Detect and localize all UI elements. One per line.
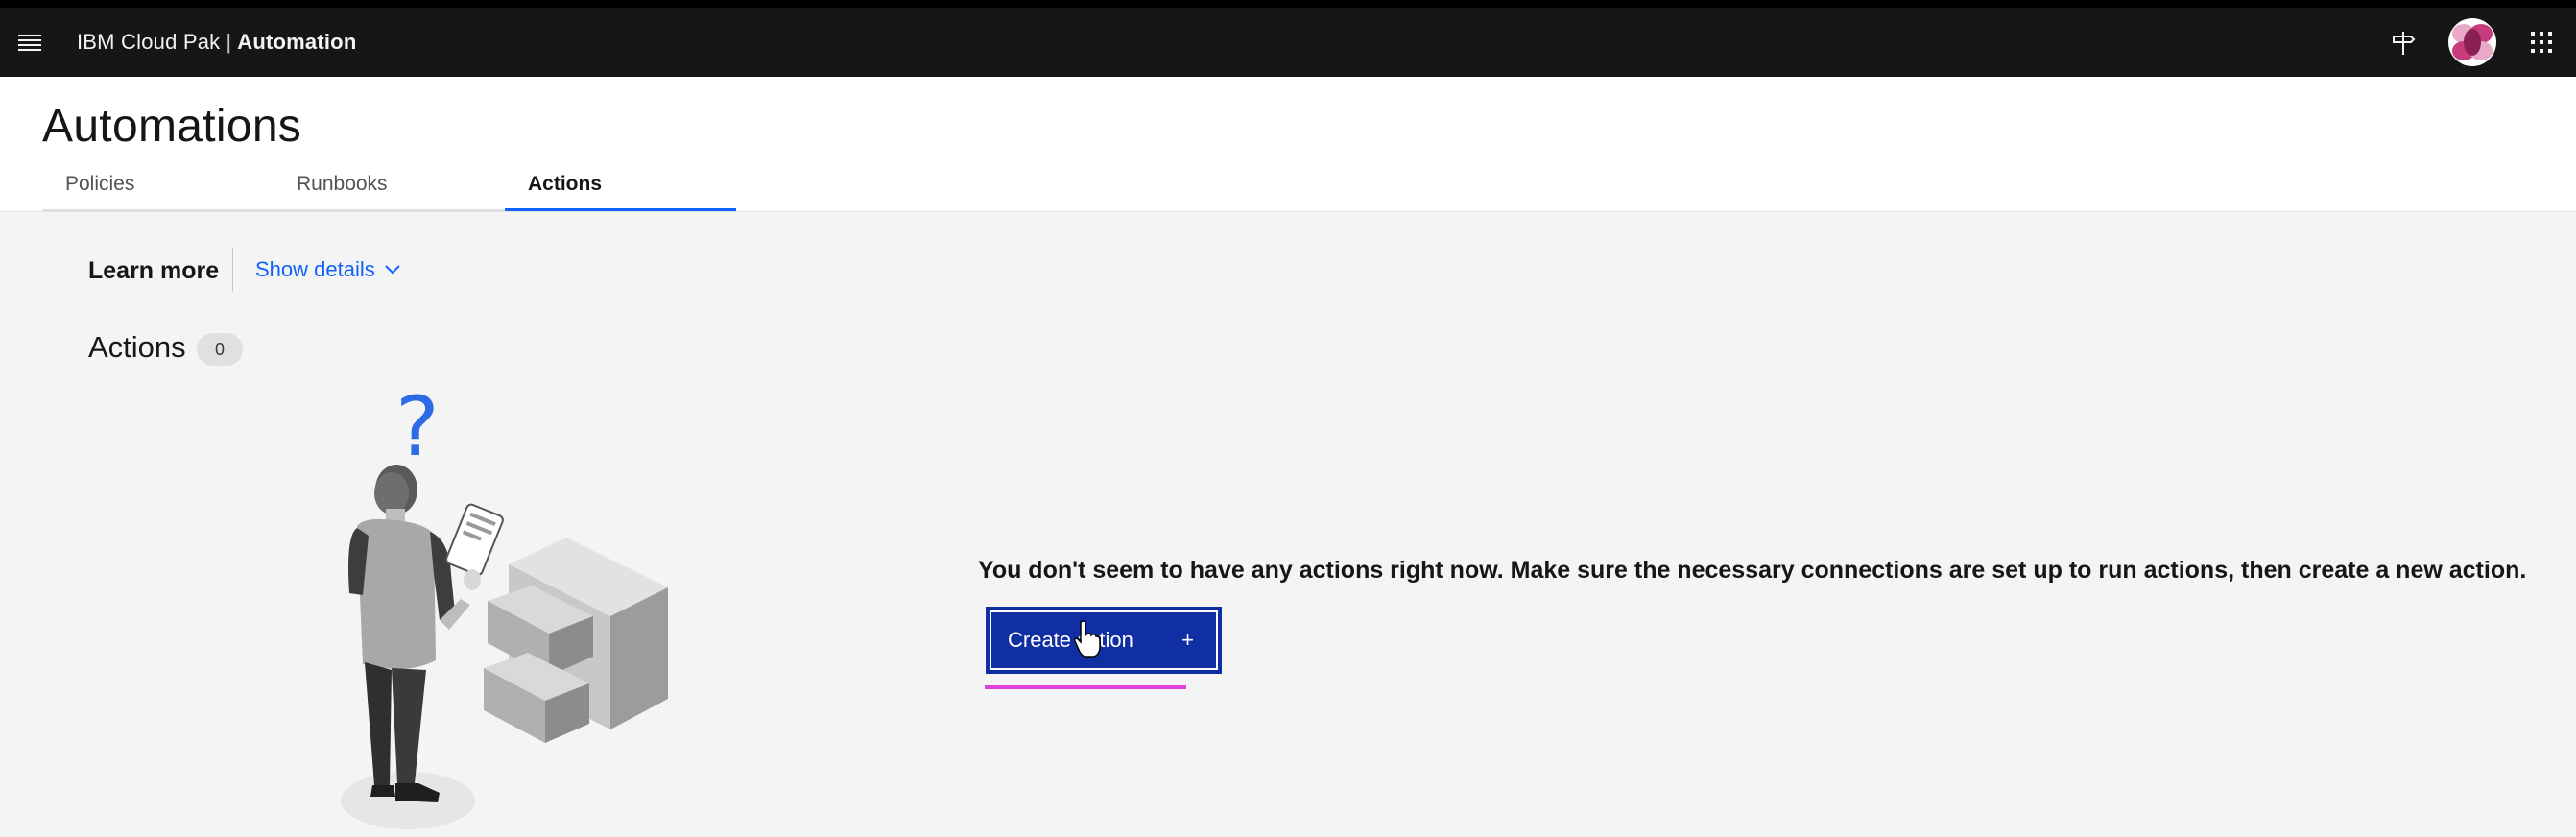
- divider: [232, 248, 233, 292]
- menu-icon: [18, 35, 41, 51]
- create-action-button[interactable]: Create action +: [986, 607, 1222, 674]
- brand-separator: |: [226, 30, 232, 54]
- learn-more-label: Learn more: [88, 257, 220, 284]
- hand-pointer-cursor-icon: [1074, 620, 1101, 658]
- page-header: Automations Policies Runbooks Actions: [0, 77, 2576, 212]
- tab-runbooks[interactable]: Runbooks: [274, 161, 505, 211]
- app-switcher-button[interactable]: [2507, 8, 2576, 77]
- guided-tour-button[interactable]: [2369, 8, 2438, 77]
- app-switcher-icon: [2531, 32, 2552, 53]
- page-title: Automations: [42, 101, 302, 152]
- tab-list: Policies Runbooks Actions: [42, 161, 736, 211]
- empty-state-message: You don't seem to have any actions right…: [978, 557, 2527, 584]
- chevron-down-icon: [385, 265, 400, 275]
- empty-state-illustration: ?: [341, 382, 668, 829]
- brand-product: Automation: [237, 30, 357, 54]
- tab-actions[interactable]: Actions: [505, 161, 736, 211]
- show-details-label: Show details: [255, 257, 375, 281]
- highlight-underline: [985, 685, 1186, 689]
- count-badge: 0: [197, 333, 243, 366]
- brand-prefix: IBM Cloud Pak: [77, 30, 221, 54]
- avatar: [2448, 18, 2496, 66]
- signpost-icon: [2393, 32, 2416, 55]
- top-navigation-bar: IBM Cloud Pak | Automation: [0, 0, 2576, 77]
- question-mark-icon: ?: [395, 382, 440, 475]
- show-details-toggle[interactable]: Show details: [255, 257, 400, 282]
- user-profile-button[interactable]: [2438, 8, 2507, 77]
- hamburger-menu-button[interactable]: [0, 8, 60, 77]
- section-title: Actions: [88, 330, 186, 364]
- add-icon: +: [1181, 628, 1194, 652]
- tab-policies[interactable]: Policies: [42, 161, 274, 211]
- filing-cabinet: [484, 538, 668, 743]
- product-name[interactable]: IBM Cloud Pak | Automation: [77, 30, 356, 55]
- create-action-label: Create action: [1008, 628, 1133, 652]
